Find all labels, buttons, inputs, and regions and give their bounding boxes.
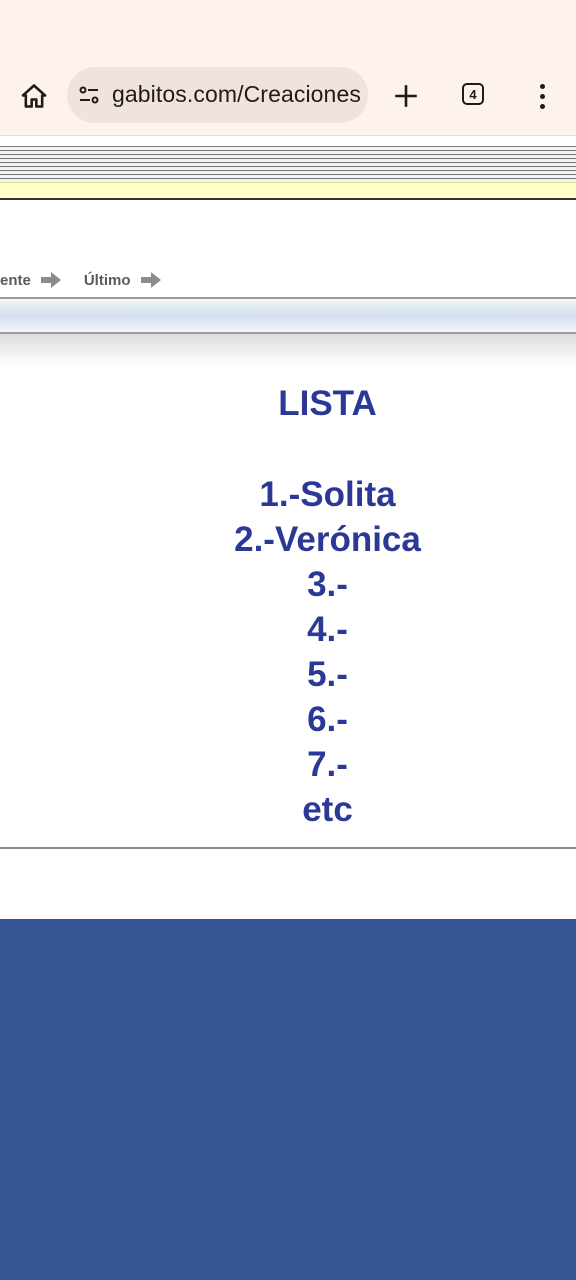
more-vert-icon[interactable]	[530, 76, 554, 116]
yellow-bar	[0, 182, 576, 199]
arrow-right-icon	[40, 272, 61, 288]
url-text[interactable]: gabitos.com/Creaciones	[112, 81, 361, 108]
list-item: 4.-	[307, 610, 348, 649]
content-divider	[0, 847, 576, 849]
browser-toolbar: gabitos.com/Creaciones 4	[0, 0, 576, 135]
footer-band	[0, 919, 576, 1280]
list-item: 6.-	[307, 700, 348, 739]
plus-icon	[395, 85, 417, 107]
list-item: 2.-Verónica	[234, 520, 421, 559]
next-link-label: ente	[0, 271, 31, 289]
striped-header-band	[0, 146, 576, 182]
tune-icon[interactable]	[77, 83, 101, 107]
tab-count-label: 4	[469, 86, 477, 102]
list-item: 7.-	[307, 745, 348, 784]
list-item: 3.-	[307, 565, 348, 604]
toolbar-divider	[0, 135, 576, 136]
gradient-strip	[0, 334, 576, 366]
address-bar[interactable]: gabitos.com/Creaciones	[67, 67, 368, 123]
list-item: 1.-Solita	[259, 475, 396, 514]
new-tab-button[interactable]	[386, 76, 426, 116]
home-button[interactable]	[14, 76, 54, 116]
last-link[interactable]: Último	[84, 270, 163, 290]
list-item: 5.-	[307, 655, 348, 694]
arrow-right-icon	[140, 272, 161, 288]
list-title: LISTA	[278, 384, 377, 423]
home-icon	[21, 84, 47, 108]
tab-switcher-button[interactable]: 4	[462, 83, 484, 105]
post-content: LISTA 1.-Solita 2.-Verónica 3.- 4.- 5.- …	[0, 366, 576, 832]
last-link-label: Último	[83, 271, 131, 289]
list-item: etc	[302, 790, 353, 829]
pagination-nav: ente Último	[0, 266, 163, 294]
divider	[0, 198, 576, 200]
next-link[interactable]: ente	[0, 270, 63, 290]
name-list: 1.-Solita 2.-Verónica 3.- 4.- 5.- 6.- 7.…	[0, 472, 576, 832]
header-band	[0, 297, 576, 334]
